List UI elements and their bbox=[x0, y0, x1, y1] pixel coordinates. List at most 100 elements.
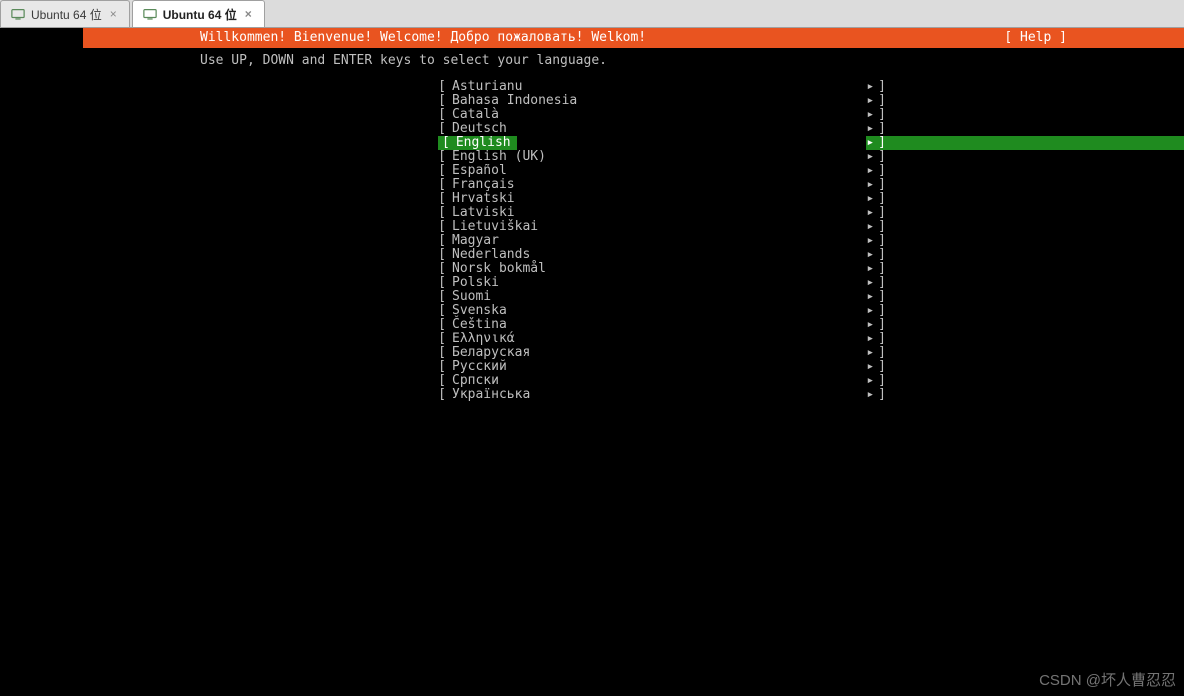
bracket-right: ] bbox=[878, 346, 1184, 360]
close-icon[interactable]: × bbox=[108, 7, 119, 21]
bracket-right: ] bbox=[878, 388, 1184, 402]
language-option[interactable]: [Српски▸] bbox=[83, 374, 1184, 388]
language-option[interactable]: [Українська▸] bbox=[83, 388, 1184, 402]
chevron-right-icon: ▸ bbox=[866, 374, 878, 388]
bracket-right: ] bbox=[878, 374, 1184, 388]
chevron-right-icon: ▸ bbox=[866, 136, 878, 150]
instruction-text: Use UP, DOWN and ENTER keys to select yo… bbox=[83, 48, 1184, 68]
bracket-left: [ bbox=[83, 276, 452, 290]
bracket-left: [ bbox=[83, 164, 452, 178]
bracket-right: ] bbox=[878, 220, 1184, 234]
language-option[interactable]: [Deutsch ▸] bbox=[83, 122, 1184, 136]
chevron-right-icon: ▸ bbox=[866, 150, 878, 164]
language-list[interactable]: [Asturianu▸][Bahasa Indonesia▸][Català▸]… bbox=[83, 80, 1184, 402]
bracket-right: ] bbox=[878, 192, 1184, 206]
bracket-left: [ bbox=[83, 388, 452, 402]
language-name: Čeština bbox=[452, 318, 513, 332]
help-button[interactable]: [ Help ] bbox=[1004, 31, 1184, 45]
bracket-right: ] bbox=[878, 108, 1184, 122]
chevron-right-icon: ▸ bbox=[866, 248, 878, 262]
chevron-right-icon: ▸ bbox=[866, 164, 878, 178]
language-option[interactable]: [Lietuviškai▸] bbox=[83, 220, 1184, 234]
bracket-left: [ bbox=[83, 94, 452, 108]
language-option[interactable]: [Asturianu▸] bbox=[83, 80, 1184, 94]
bracket-left: [ bbox=[83, 248, 452, 262]
bracket-right: ] bbox=[878, 206, 1184, 220]
language-option[interactable]: [Suomi▸] bbox=[83, 290, 1184, 304]
language-option[interactable]: [Español▸] bbox=[83, 164, 1184, 178]
chevron-right-icon: ▸ bbox=[866, 360, 878, 374]
language-option[interactable]: [Polski ▸] bbox=[83, 276, 1184, 290]
tab-ubuntu-1[interactable]: Ubuntu 64 位 × bbox=[0, 0, 130, 27]
bracket-right: ] bbox=[878, 276, 1184, 290]
bracket-left: [ bbox=[83, 192, 452, 206]
bracket-right: ] bbox=[878, 262, 1184, 276]
language-name: Lietuviškai bbox=[452, 220, 544, 234]
language-option[interactable]: [English▸] bbox=[83, 136, 1184, 150]
bracket-left: [ bbox=[83, 360, 452, 374]
chevron-right-icon: ▸ bbox=[866, 94, 878, 108]
bracket-left: [ bbox=[438, 136, 456, 150]
bracket-right: ] bbox=[878, 248, 1184, 262]
bracket-left: [ bbox=[83, 290, 452, 304]
chevron-right-icon: ▸ bbox=[866, 304, 878, 318]
chevron-right-icon: ▸ bbox=[866, 178, 878, 192]
vm-icon bbox=[143, 7, 157, 21]
chevron-right-icon: ▸ bbox=[866, 234, 878, 248]
language-option[interactable]: [Svenska▸] bbox=[83, 304, 1184, 318]
language-option[interactable]: [Беларуская▸] bbox=[83, 346, 1184, 360]
chevron-right-icon: ▸ bbox=[866, 332, 878, 346]
language-name: Deutsch bbox=[452, 122, 513, 136]
language-option[interactable]: [Norsk bokmål▸] bbox=[83, 262, 1184, 276]
vm-tabstrip: Ubuntu 64 位 × Ubuntu 64 位 × bbox=[0, 0, 1184, 28]
bracket-left: [ bbox=[83, 80, 452, 94]
language-option[interactable]: [Ελληνικά▸] bbox=[83, 332, 1184, 346]
language-name: Norsk bokmål bbox=[452, 262, 552, 276]
chevron-right-icon: ▸ bbox=[866, 276, 878, 290]
language-option[interactable]: [Latviski▸] bbox=[83, 206, 1184, 220]
chevron-right-icon: ▸ bbox=[866, 108, 878, 122]
chevron-right-icon: ▸ bbox=[866, 346, 878, 360]
bracket-right: ] bbox=[878, 80, 1184, 94]
header-title: Willkommen! Bienvenue! Welcome! Добро по… bbox=[83, 31, 646, 45]
screen-padding-left bbox=[0, 28, 83, 696]
language-name: Polski bbox=[452, 276, 505, 290]
chevron-right-icon: ▸ bbox=[866, 122, 878, 136]
chevron-right-icon: ▸ bbox=[866, 388, 878, 402]
bracket-right: ] bbox=[878, 178, 1184, 192]
bracket-right: ] bbox=[878, 360, 1184, 374]
language-option[interactable]: [Русский ▸] bbox=[83, 360, 1184, 374]
bracket-left: [ bbox=[83, 332, 452, 346]
language-option[interactable]: [English (UK)▸] bbox=[83, 150, 1184, 164]
bracket-left: [ bbox=[83, 304, 452, 318]
language-name: Hrvatski bbox=[452, 192, 521, 206]
language-option[interactable]: [Nederlands ▸] bbox=[83, 248, 1184, 262]
bracket-left: [ bbox=[83, 122, 452, 136]
bracket-right: ] bbox=[878, 94, 1184, 108]
language-name: Latviski bbox=[452, 206, 521, 220]
language-name: Nederlands bbox=[452, 248, 536, 262]
language-option[interactable]: [Bahasa Indonesia ▸] bbox=[83, 94, 1184, 108]
language-option[interactable]: [Magyar▸] bbox=[83, 234, 1184, 248]
bracket-left: [ bbox=[83, 178, 452, 192]
bracket-right: ] bbox=[878, 332, 1184, 346]
chevron-right-icon: ▸ bbox=[866, 206, 878, 220]
bracket-left: [ bbox=[83, 262, 452, 276]
language-name: Bahasa Indonesia bbox=[452, 94, 583, 108]
tab-ubuntu-2[interactable]: Ubuntu 64 位 × bbox=[132, 0, 265, 27]
language-name: Беларуская bbox=[452, 346, 536, 360]
language-option[interactable]: [Français ▸] bbox=[83, 178, 1184, 192]
language-option[interactable]: [Čeština▸] bbox=[83, 318, 1184, 332]
bracket-left: [ bbox=[83, 220, 452, 234]
bracket-right: ] bbox=[878, 290, 1184, 304]
bracket-right: ] bbox=[878, 122, 1184, 136]
bracket-left: [ bbox=[83, 150, 452, 164]
bracket-left: [ bbox=[83, 108, 452, 122]
chevron-right-icon: ▸ bbox=[866, 80, 878, 94]
language-name: Français bbox=[452, 178, 521, 192]
language-option[interactable]: [Hrvatski▸] bbox=[83, 192, 1184, 206]
close-icon[interactable]: × bbox=[243, 7, 254, 21]
language-option[interactable]: [Català▸] bbox=[83, 108, 1184, 122]
language-name: Русский bbox=[452, 360, 513, 374]
bracket-right: ] bbox=[878, 304, 1184, 318]
